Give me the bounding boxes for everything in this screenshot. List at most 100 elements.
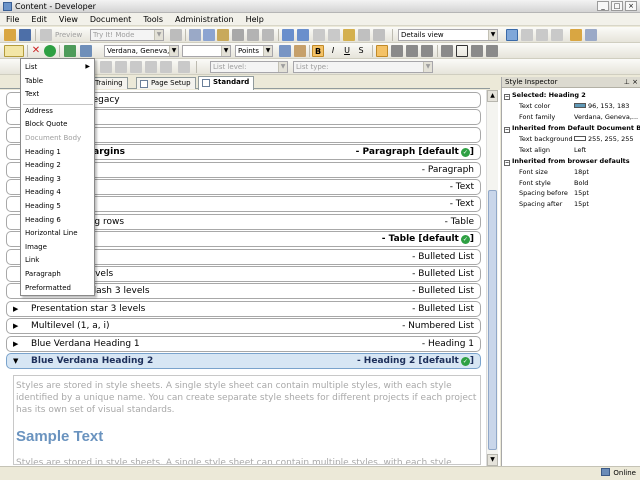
menu-item-link[interactable]: Link [25,255,39,265]
grid-icon[interactable] [328,29,340,41]
minimize-button[interactable]: _ [597,1,609,11]
undo-icon[interactable] [282,29,294,41]
layout-icon[interactable] [506,29,518,41]
collapse-box-icon[interactable]: − [504,160,510,166]
menu-administration[interactable]: Administration [169,13,240,25]
menu-help[interactable]: Help [240,13,270,25]
spell-check-icon[interactable] [373,29,385,41]
menu-file[interactable]: File [0,13,25,25]
save-icon[interactable] [19,29,31,41]
move-up-icon[interactable] [64,45,76,57]
add-element-icon[interactable] [4,45,24,57]
window-icon[interactable] [585,29,597,41]
collapse-box-icon[interactable]: − [504,127,510,133]
menu-tools[interactable]: Tools [137,13,169,25]
expand-arrow-icon[interactable]: ▶ [13,305,18,313]
collapse-arrow-icon[interactable]: ▼ [13,357,18,365]
redo-icon[interactable] [297,29,309,41]
menu-item-list[interactable]: List [25,62,37,72]
pin-icon[interactable]: ⊥ [624,78,630,86]
font-size-select[interactable]: ▼ [182,45,231,57]
menu-document[interactable]: Document [84,13,137,25]
accept-check-icon[interactable] [44,45,56,57]
style-row[interactable]: ▼ Blue Verdana Heading 2 - Heading 2 [defa… [6,353,481,369]
bold-icon[interactable]: B [312,45,324,57]
menu-item-block-quote[interactable]: Block Quote [25,119,67,129]
italic-icon[interactable]: I [327,45,339,57]
inspector-section-heading[interactable]: − Inherited from Default Document Bo [504,124,640,133]
menu-item-heading-1[interactable]: Heading 1 [25,147,61,157]
align-right-icon[interactable] [406,45,418,57]
bullet-list-icon[interactable] [100,61,112,73]
menu-item-heading-6[interactable]: Heading 6 [25,215,61,225]
menu-item-heading-4[interactable]: Heading 4 [25,187,61,197]
decrease-indent-icon[interactable] [130,61,142,73]
style-row[interactable]: ▶ Multilevel (1, a, i) - Numbered List [6,318,481,335]
style-row[interactable]: ▶ Blue Verdana Heading 1 - Heading 1 [6,335,481,352]
list-type-select[interactable]: List type: ▼ [293,61,433,73]
delete-icon[interactable] [232,29,244,41]
vertical-scrollbar[interactable]: ▲ ▼ [486,90,498,466]
preview-icon[interactable] [40,29,52,41]
paste-icon[interactable] [217,29,229,41]
find-icon[interactable] [247,29,259,41]
properties-icon[interactable] [80,45,92,57]
style-row[interactable]: ▶ Presentation star 3 levels - Bulleted Li… [6,300,481,317]
publish-icon[interactable] [570,29,582,41]
expand-arrow-icon[interactable]: ▶ [13,340,18,348]
text-color-icon[interactable] [279,45,291,57]
panel-icon[interactable] [551,29,563,41]
preview-label[interactable]: Preview [55,30,82,40]
split-view-icon[interactable] [521,29,533,41]
align-left-icon[interactable] [376,45,388,57]
image-icon[interactable] [343,29,355,41]
scroll-up-icon[interactable]: ▲ [487,90,498,102]
view-select[interactable]: Details view ▼ [398,29,498,41]
table-icon[interactable] [313,29,325,41]
replace-icon[interactable] [262,29,274,41]
inspector-section-heading[interactable]: − Selected: Heading 2 [504,91,586,100]
menu-item-heading-3[interactable]: Heading 3 [25,174,61,184]
list-options-icon[interactable] [160,61,172,73]
menu-item-image[interactable]: Image [25,242,47,252]
menu-edit[interactable]: Edit [25,13,53,25]
menu-item-text[interactable]: Text [25,89,39,99]
table-grid-icon[interactable] [441,45,453,57]
tab-standard[interactable]: Standard [198,76,255,90]
outdent-icon[interactable] [486,45,498,57]
collapse-box-icon[interactable]: − [504,94,510,100]
indent-icon[interactable] [471,45,483,57]
bookmark-icon[interactable] [170,29,182,41]
try-it-mode-select[interactable]: Try It! Mode ▼ [90,29,164,41]
close-button[interactable]: × [625,1,637,11]
unit-select[interactable]: Points ▼ [235,45,273,57]
menu-item-table[interactable]: Table [25,76,43,86]
copy-icon[interactable] [203,29,215,41]
open-folder-icon[interactable] [4,29,16,41]
scroll-down-icon[interactable]: ▼ [487,454,498,466]
link-icon[interactable] [358,29,370,41]
remove-icon[interactable]: ✕ [30,45,42,57]
expand-arrow-icon[interactable]: ▶ [13,322,18,330]
menu-item-horizontal-line[interactable]: Horizontal Line [25,228,78,238]
justify-icon[interactable] [421,45,433,57]
menu-view[interactable]: View [53,13,84,25]
numbered-list-icon[interactable] [115,61,127,73]
menu-item-heading-2[interactable]: Heading 2 [25,160,61,170]
strikethrough-icon[interactable]: S [355,45,367,57]
menu-item-preformatted[interactable]: Preformatted [25,283,71,293]
maximize-button[interactable]: □ [611,1,623,11]
font-family-select[interactable]: Verdana, Geneva,... ▼ [104,45,179,57]
increase-indent-icon[interactable] [145,61,157,73]
inspector-section-heading[interactable]: − Inherited from browser defaults [504,157,630,166]
menu-item-address[interactable]: Address [25,106,53,116]
tab-page-setup[interactable]: Page Setup [136,77,196,89]
menu-item-heading-5[interactable]: Heading 5 [25,201,61,211]
list-level-select[interactable]: List level: ▼ [210,61,288,73]
border-icon[interactable] [456,45,468,57]
highlight-icon[interactable] [294,45,306,57]
menu-item-paragraph[interactable]: Paragraph [25,269,61,279]
underline-icon[interactable]: U [341,45,353,57]
scroll-thumb[interactable] [488,190,497,450]
close-icon[interactable]: × [632,78,638,86]
